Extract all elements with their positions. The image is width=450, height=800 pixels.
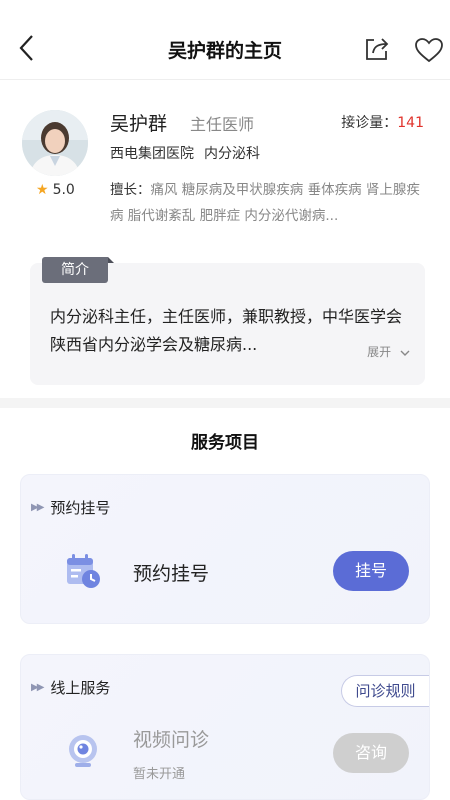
visit-count: 接诊量：141 xyxy=(341,112,424,132)
consult-button[interactable]: 咨询 xyxy=(333,733,409,773)
rating: ★ 5.0 xyxy=(36,182,75,198)
hospital-info: 西电集团医院 内分泌科 xyxy=(110,143,260,163)
chevron-down-icon xyxy=(400,350,410,356)
visit-count-label: 接诊量： xyxy=(341,115,398,131)
appointment-card: ▶▶ 预约挂号 预约挂号 挂号 xyxy=(20,474,430,624)
skills-label: 擅长： xyxy=(110,182,151,198)
doctor-photo-icon xyxy=(22,110,88,176)
heart-icon[interactable] xyxy=(414,37,444,63)
double-arrow-icon: ▶▶ xyxy=(31,682,44,693)
online-service-card: ▶▶ 线上服务 问诊规则 视频问诊 暂未开通 咨询 xyxy=(20,654,430,800)
intro-tag: 简介 xyxy=(42,257,114,283)
online-card-head: ▶▶ 线上服务 xyxy=(31,677,110,698)
hospital-name: 西电集团医院 xyxy=(110,146,194,162)
video-consult-status: 暂未开通 xyxy=(133,767,186,782)
doctor-avatar xyxy=(22,110,88,176)
consult-rules-button[interactable]: 问诊规则 xyxy=(341,675,429,707)
register-button[interactable]: 挂号 xyxy=(333,551,409,591)
rating-value: 5.0 xyxy=(52,182,75,198)
appointment-name: 预约挂号 xyxy=(133,563,210,585)
video-consult-name: 视频问诊 xyxy=(133,729,210,751)
expand-label: 展开 xyxy=(367,345,392,359)
video-camera-icon xyxy=(69,735,97,767)
share-icon[interactable] xyxy=(364,36,390,62)
appointment-head-label: 预约挂号 xyxy=(50,499,111,517)
expand-button[interactable]: 展开 xyxy=(367,343,411,360)
calendar-clock-icon xyxy=(67,554,100,588)
department-name: 内分泌科 xyxy=(204,146,260,162)
doctor-skills: 擅长：痛风 糖尿病及甲状腺疾病 垂体疾病 肾上腺疾病 脂代谢紊乱 肥胖症 内分泌… xyxy=(110,177,428,229)
services-title: 服务项目 xyxy=(191,433,259,453)
doctor-title: 主任医师 xyxy=(190,115,255,134)
doctor-name: 吴护群 xyxy=(110,113,168,135)
top-bar: 吴护群的主页 xyxy=(0,0,450,80)
appointment-card-head: ▶▶ 预约挂号 xyxy=(31,497,110,518)
intro-text: 内分泌科主任，主任医师，兼职教授，中华医学会陕西省内分泌学会及糖尿病... xyxy=(50,307,403,354)
online-head-label: 线上服务 xyxy=(50,679,111,697)
star-icon: ★ xyxy=(36,182,49,198)
visit-count-value: 141 xyxy=(397,115,424,131)
double-arrow-icon: ▶▶ xyxy=(31,502,44,513)
section-divider xyxy=(0,398,450,408)
skills-text: 痛风 糖尿病及甲状腺疾病 垂体疾病 肾上腺疾病 脂代谢紊乱 肥胖症 内分泌代谢病… xyxy=(110,182,420,224)
intro-card: 简介 内分泌科主任，主任医师，兼职教授，中华医学会陕西省内分泌学会及糖尿病...… xyxy=(30,257,425,385)
